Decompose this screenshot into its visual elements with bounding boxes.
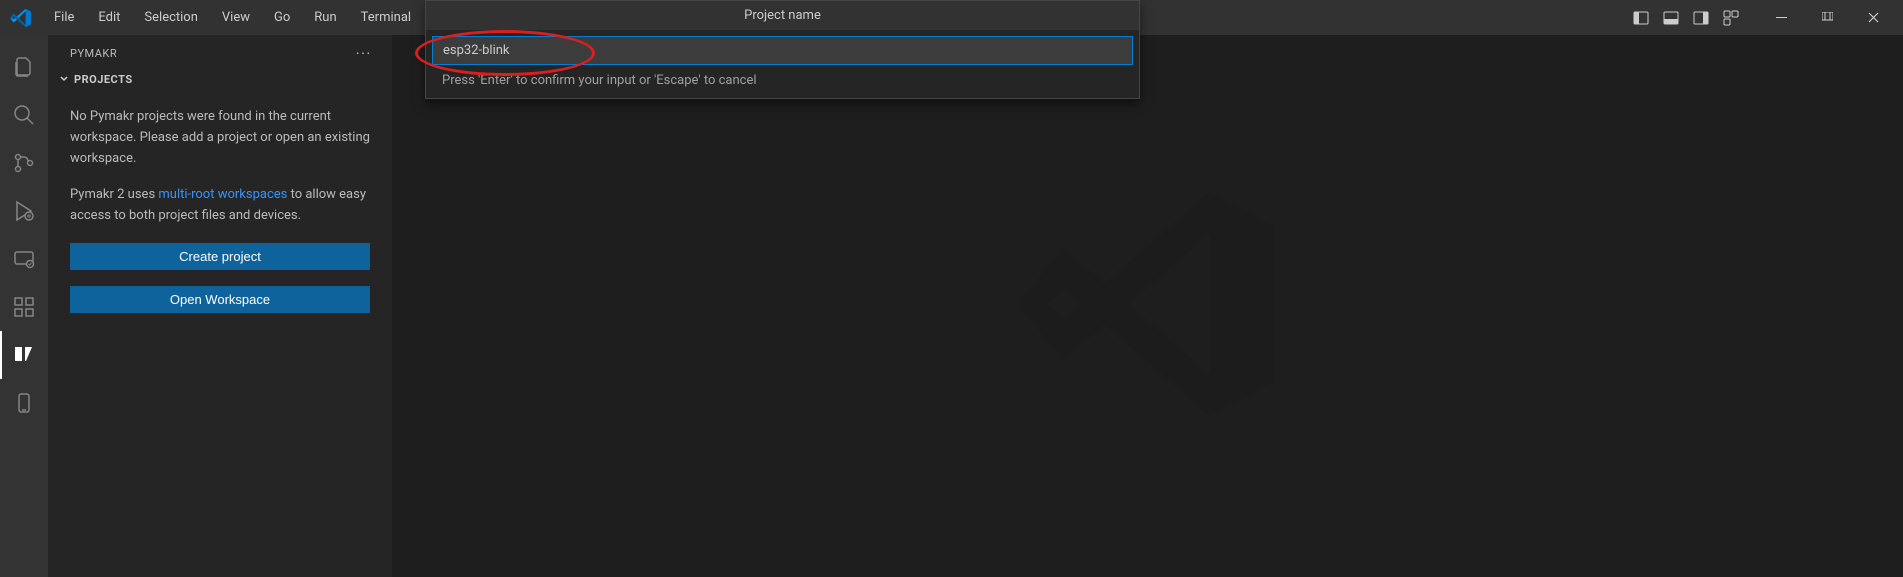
- menu-file[interactable]: File: [44, 6, 84, 29]
- menu-selection[interactable]: Selection: [134, 6, 207, 29]
- menu-items: File Edit Selection View Go Run Terminal…: [44, 6, 454, 29]
- open-workspace-button[interactable]: Open Workspace: [70, 286, 370, 313]
- menu-terminal[interactable]: Terminal: [351, 6, 421, 29]
- create-project-button[interactable]: Create project: [70, 243, 370, 270]
- activity-search-icon[interactable]: [0, 91, 48, 139]
- toggle-primary-sidebar-icon[interactable]: [1627, 4, 1655, 32]
- sidebar: PYMAKR ··· PROJECTS No Pymakr projects w…: [48, 35, 392, 577]
- editor-area: [392, 35, 1903, 577]
- layout-icons: [1627, 4, 1745, 32]
- activity-remote-icon[interactable]: [0, 235, 48, 283]
- close-button[interactable]: [1853, 4, 1893, 32]
- chevron-down-icon: [58, 72, 70, 87]
- activity-source-control-icon[interactable]: [0, 139, 48, 187]
- menu-run[interactable]: Run: [304, 6, 346, 29]
- toggle-secondary-sidebar-icon[interactable]: [1687, 4, 1715, 32]
- customize-layout-icon[interactable]: [1717, 4, 1745, 32]
- msg2-pre: Pymakr 2 uses: [70, 187, 158, 202]
- toggle-panel-icon[interactable]: [1657, 4, 1685, 32]
- activity-bar: [0, 35, 48, 577]
- sidebar-content: No Pymakr projects were found in the cur…: [48, 91, 392, 345]
- vscode-logo-icon: [8, 5, 34, 31]
- project-name-input[interactable]: [432, 36, 1133, 65]
- sidebar-title: PYMAKR: [70, 47, 117, 60]
- quick-input-title: Project name: [426, 1, 1139, 30]
- maximize-button[interactable]: [1807, 4, 1847, 32]
- quick-input-body: Press 'Enter' to confirm your input or '…: [426, 30, 1139, 98]
- section-header-projects[interactable]: PROJECTS: [48, 68, 392, 91]
- menu-view[interactable]: View: [212, 6, 260, 29]
- main-container: PYMAKR ··· PROJECTS No Pymakr projects w…: [0, 35, 1903, 577]
- activity-run-debug-icon[interactable]: [0, 187, 48, 235]
- title-controls: [1627, 4, 1893, 32]
- sidebar-message-2: Pymakr 2 uses multi-root workspaces to a…: [70, 185, 370, 227]
- minimize-button[interactable]: [1761, 4, 1801, 32]
- activity-extensions-icon[interactable]: [0, 283, 48, 331]
- vscode-watermark-icon: [1008, 164, 1288, 448]
- activity-pymakr-icon[interactable]: [0, 331, 48, 379]
- multi-root-workspaces-link[interactable]: multi-root workspaces: [158, 187, 287, 202]
- menu-go[interactable]: Go: [264, 6, 300, 29]
- section-label: PROJECTS: [74, 73, 133, 86]
- sidebar-message-1: No Pymakr projects were found in the cur…: [70, 107, 370, 169]
- quick-input-palette: Project name Press 'Enter' to confirm yo…: [425, 0, 1140, 99]
- sidebar-more-icon[interactable]: ···: [356, 47, 372, 60]
- quick-input-hint: Press 'Enter' to confirm your input or '…: [432, 65, 1133, 88]
- activity-device-icon[interactable]: [0, 379, 48, 427]
- activity-explorer-icon[interactable]: [0, 43, 48, 91]
- sidebar-header: PYMAKR ···: [48, 35, 392, 68]
- menu-edit[interactable]: Edit: [88, 6, 130, 29]
